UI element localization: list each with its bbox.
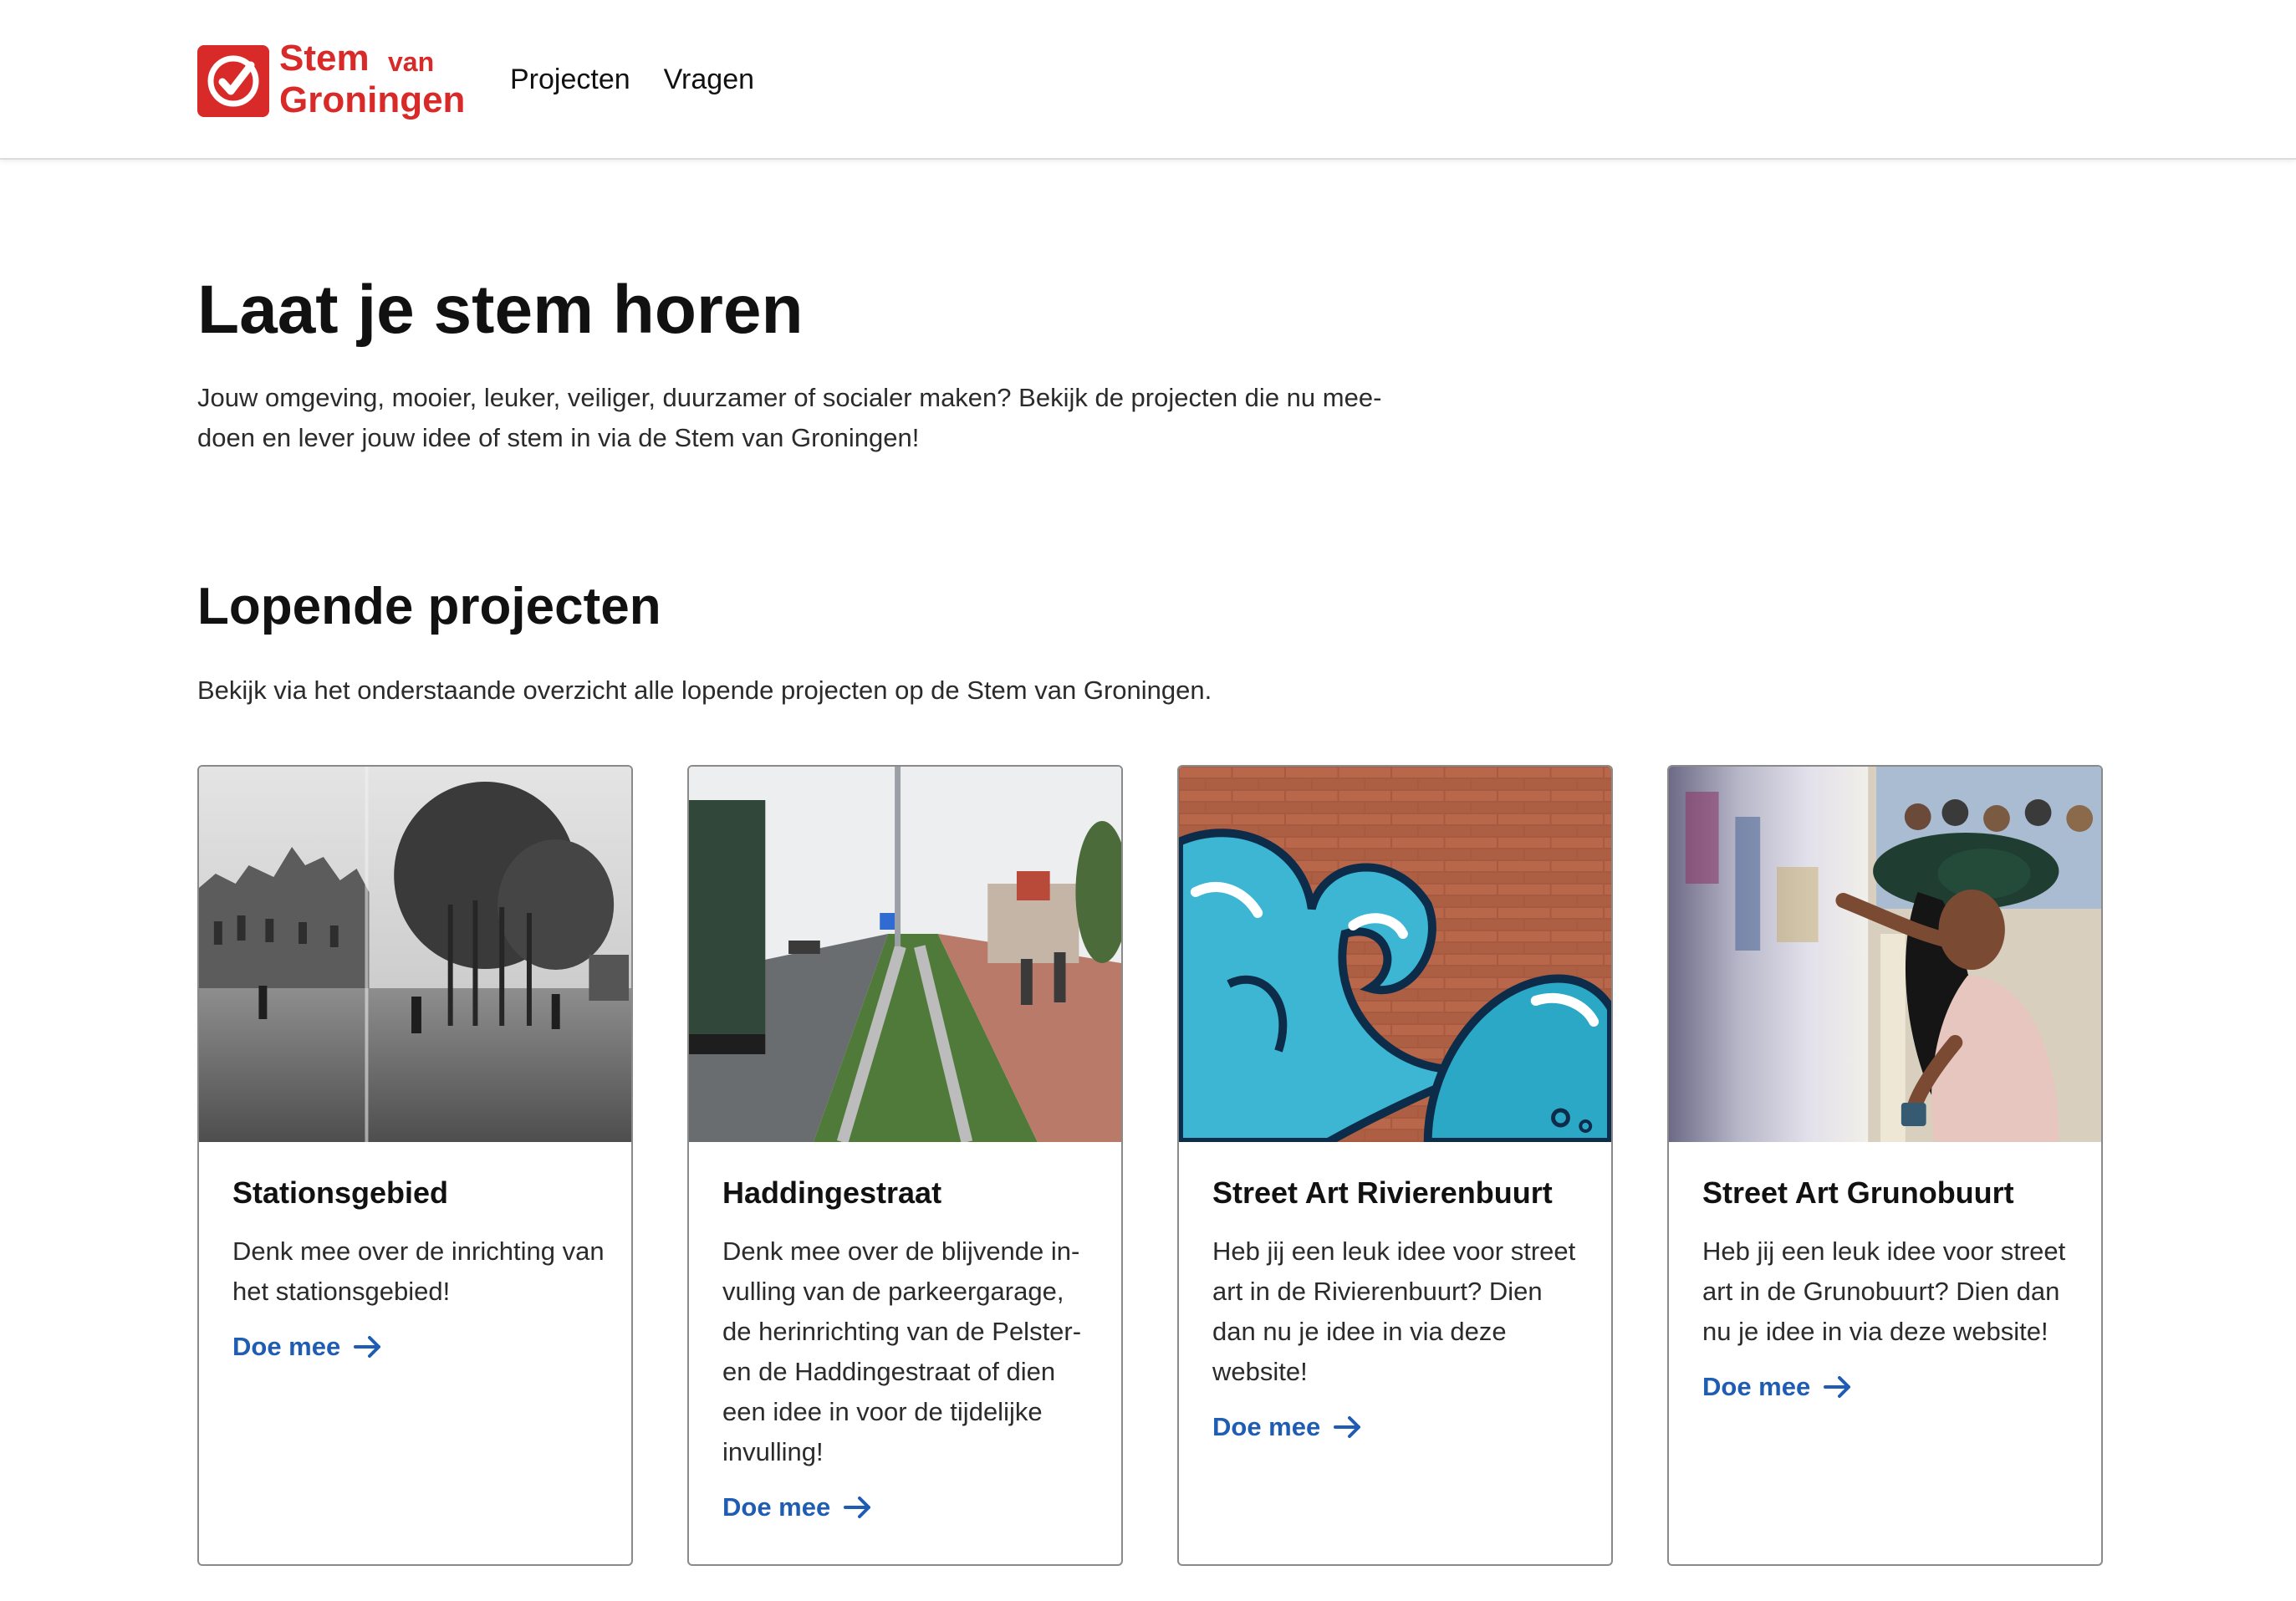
site-header: Stem van Groningen Projecten Vragen xyxy=(0,0,2296,160)
brand-logo[interactable]: Stem van Groningen xyxy=(197,38,478,124)
brand-groningen: Groningen xyxy=(279,79,466,120)
project-card-haddingestraat[interactable]: Haddingestraat Denk mee over de blijvend… xyxy=(687,765,1123,1566)
project-card-street-art-rivierenbuurt[interactable]: Street Art Rivierenbuurt Heb jij een leu… xyxy=(1177,765,1613,1566)
arrow-right-icon xyxy=(844,1496,871,1518)
nav-item-projecten[interactable]: Projecten xyxy=(510,65,630,94)
card-body: Heb jij een leuk idee voor street art in… xyxy=(1702,1231,2077,1407)
nav-item-vragen[interactable]: Vragen xyxy=(664,65,754,94)
page-title: Laat je stem horen xyxy=(197,272,804,348)
project-image-street-art-rivierenbuurt xyxy=(1179,767,1611,1142)
card-title: Stationsgebied xyxy=(232,1175,449,1210)
card-description: Heb jij een leuk idee voor street art in… xyxy=(1212,1236,1576,1386)
card-title: Street Art Grunobuurt xyxy=(1702,1175,2014,1210)
arrow-right-icon xyxy=(1334,1416,1361,1438)
doe-mee-link[interactable]: Doe mee xyxy=(1702,1367,2077,1407)
section-subtitle: Bekijk via het onderstaande overzicht al… xyxy=(197,676,1212,705)
checkmark-icon xyxy=(197,45,269,117)
intro-text: Jouw omgeving, mooier, leuker, veiliger,… xyxy=(197,383,1382,452)
card-description: Denk mee over de blijvende in-vulling va… xyxy=(722,1236,1082,1466)
doe-mee-label: Doe mee xyxy=(722,1492,831,1522)
doe-mee-link[interactable]: Doe mee xyxy=(722,1487,1097,1527)
doe-mee-label: Doe mee xyxy=(1702,1372,1811,1401)
arrow-right-icon xyxy=(1824,1376,1851,1398)
doe-mee-label: Doe mee xyxy=(1212,1412,1321,1441)
card-body: Denk mee over de blijvende in-vulling va… xyxy=(722,1231,1097,1527)
project-card-stationsgebied[interactable]: Stationsgebied Denk mee over de inrichti… xyxy=(197,765,633,1566)
card-body: Denk mee over de inrichting van het stat… xyxy=(232,1231,607,1367)
doe-mee-link[interactable]: Doe mee xyxy=(232,1327,607,1367)
doe-mee-link[interactable]: Doe mee xyxy=(1212,1407,1587,1447)
section-title: Lopende projecten xyxy=(197,578,661,635)
project-image-street-art-grunobuurt xyxy=(1669,767,2101,1142)
project-image-stationsgebied xyxy=(199,767,631,1142)
card-description: Heb jij een leuk idee voor street art in… xyxy=(1702,1236,2066,1346)
project-image-haddingestraat xyxy=(689,767,1121,1142)
main-nav: Projecten Vragen xyxy=(510,65,754,94)
card-body: Heb jij een leuk idee voor street art in… xyxy=(1212,1231,1587,1447)
doe-mee-label: Doe mee xyxy=(232,1332,341,1361)
brand-stem: Stem xyxy=(279,38,370,79)
card-title: Street Art Rivierenbuurt xyxy=(1212,1175,1553,1210)
card-title: Haddingestraat xyxy=(722,1175,942,1210)
arrow-right-icon xyxy=(354,1336,381,1358)
card-description: Denk mee over de inrichting van het stat… xyxy=(232,1236,605,1306)
brand-van: van xyxy=(388,47,435,77)
project-card-street-art-grunobuurt[interactable]: Street Art Grunobuurt Heb jij een leuk i… xyxy=(1667,765,2103,1566)
